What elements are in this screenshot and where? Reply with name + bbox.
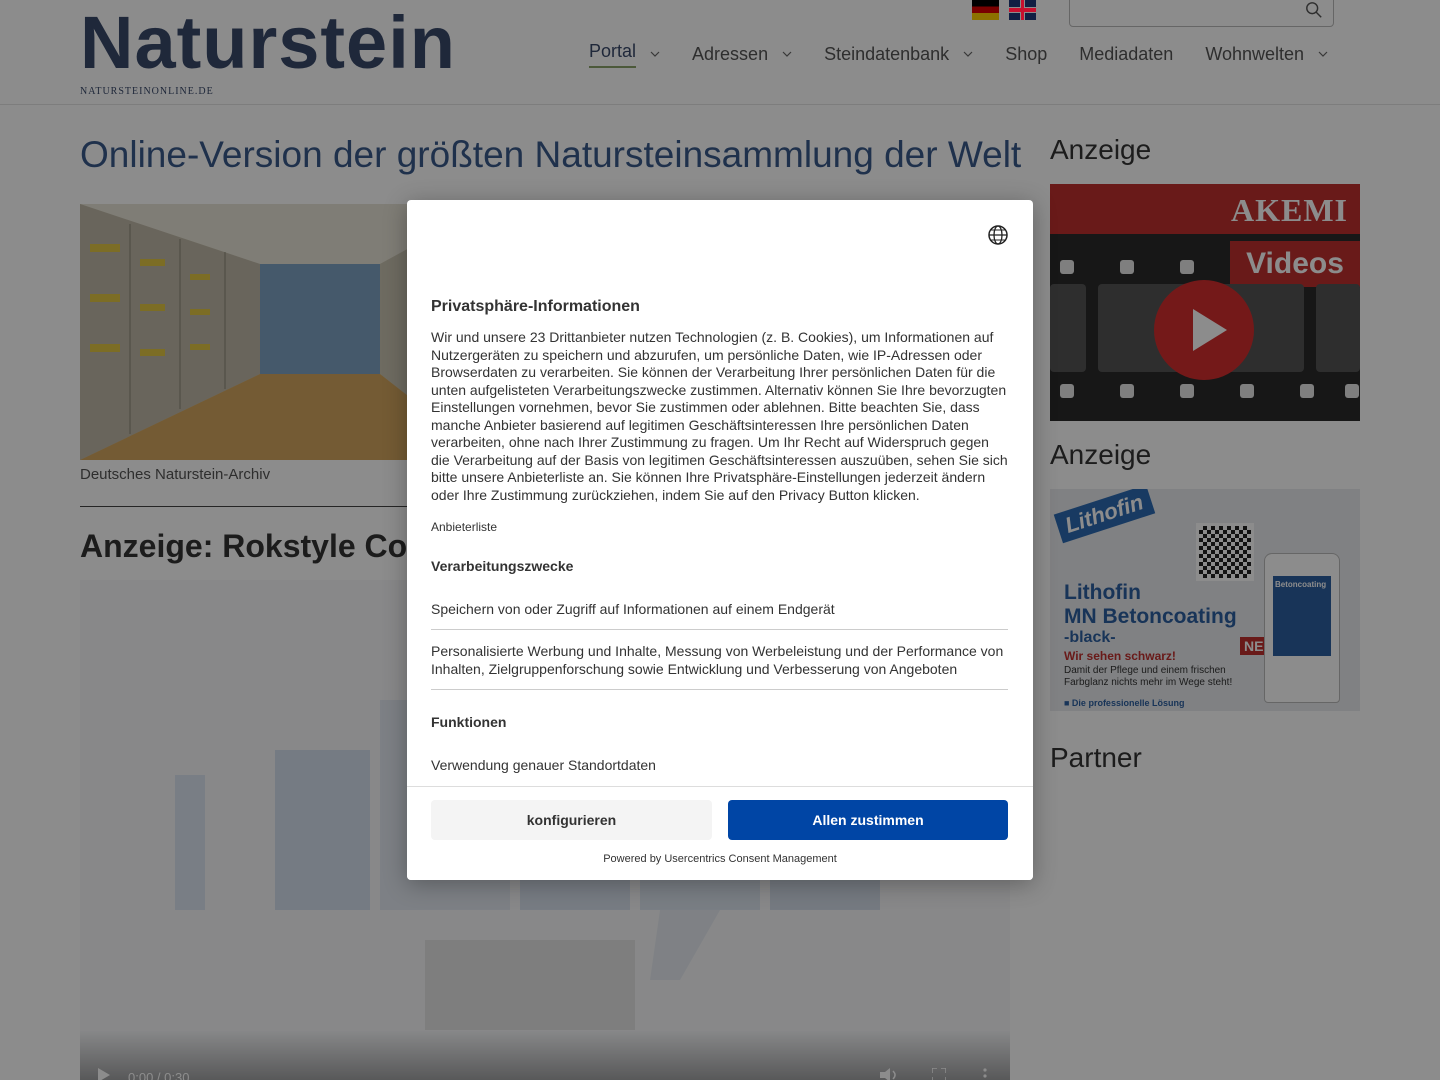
consent-dialog: Privatsphäre-Informationen Wir und unser…	[407, 200, 1033, 880]
language-globe-icon[interactable]	[987, 224, 1009, 246]
vendor-list-link[interactable]: Anbieterliste	[431, 520, 497, 534]
separator	[431, 689, 1008, 690]
purpose-item[interactable]: Personalisierte Werbung und Inhalte, Mes…	[431, 642, 1011, 678]
consent-footer: konfigurieren Allen zustimmen Powered by…	[407, 786, 1033, 880]
function-item[interactable]: Verwendung genauer Standortdaten	[431, 756, 1011, 774]
consent-title: Privatsphäre-Informationen	[431, 298, 640, 315]
purpose-item[interactable]: Speichern von oder Zugriff auf Informati…	[431, 600, 1011, 618]
configure-button[interactable]: konfigurieren	[431, 800, 712, 840]
separator	[431, 629, 1008, 630]
functions-heading: Funktionen	[431, 714, 507, 730]
powered-by-text: Powered by Usercentrics Consent Manageme…	[603, 853, 837, 865]
accept-all-button[interactable]: Allen zustimmen	[728, 800, 1008, 840]
purposes-heading: Verarbeitungszwecke	[431, 558, 574, 574]
consent-text: Wir und unsere 23 Drittanbieter nutzen T…	[431, 329, 1008, 503]
